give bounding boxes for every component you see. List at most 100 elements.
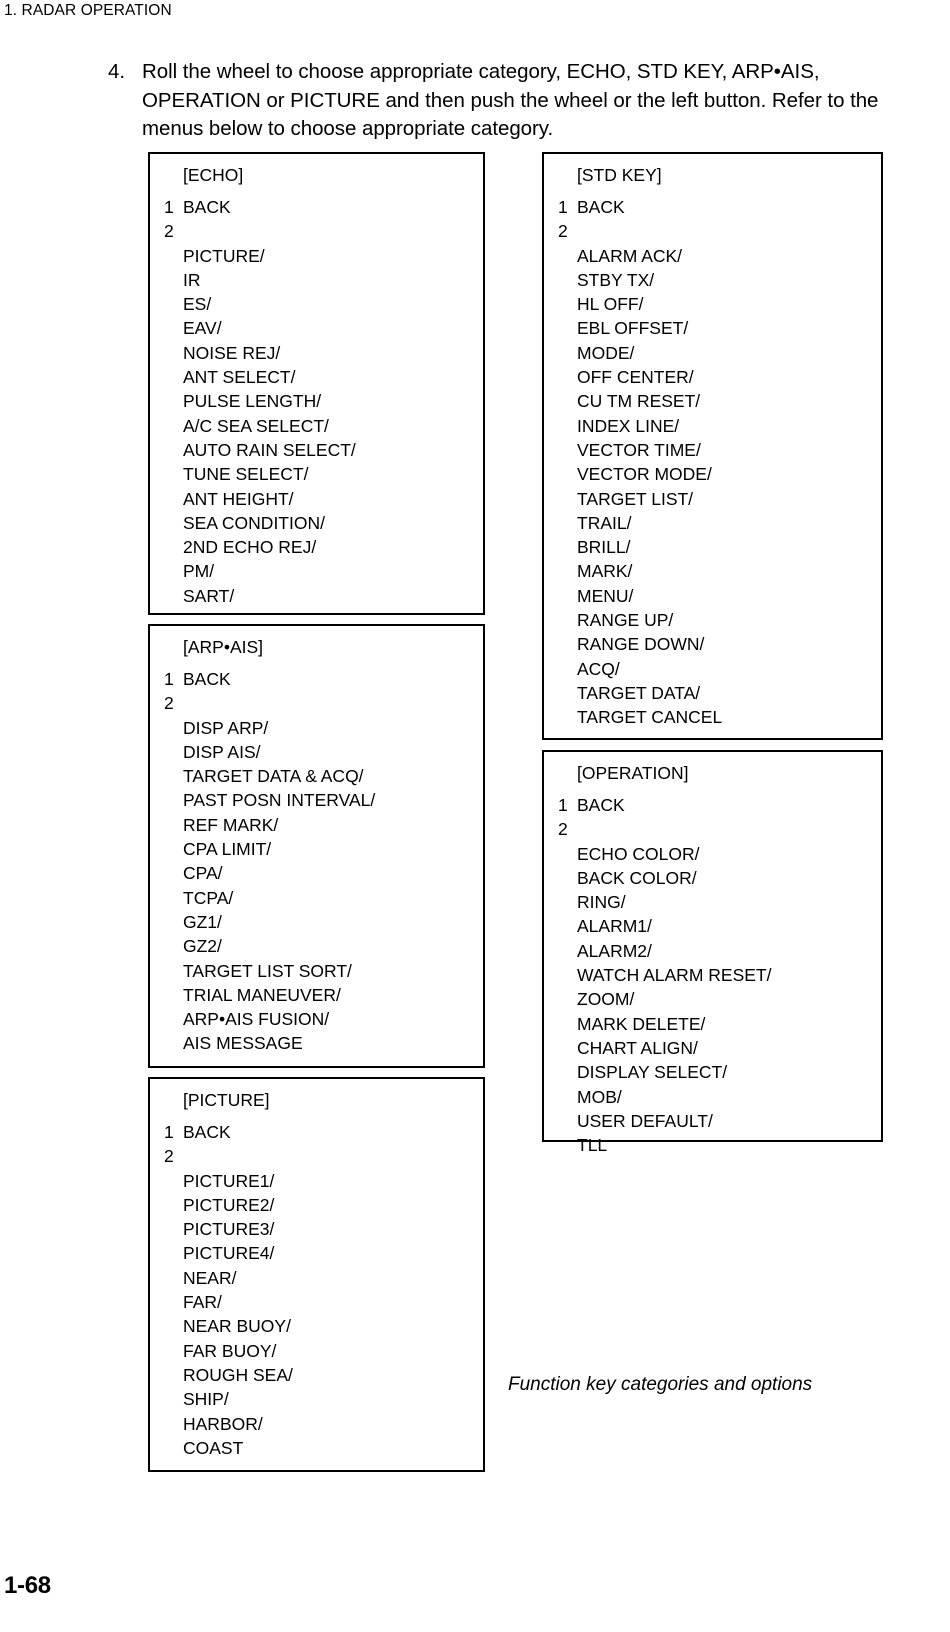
menu-option: ARP•AIS FUSION/ [183,1009,330,1030]
menu-option: SHIP/ [183,1389,229,1410]
menu-option: FAR BUOY/ [183,1340,277,1361]
menu-box-arp-ais: [ARP•AIS] 1 BACK 2 DISP ARP/ DISP AIS/ T… [148,624,485,1068]
step-text: Roll the wheel to choose appropriate cat… [142,60,879,140]
menu-row-index: 2 [558,221,568,242]
menu-option: AUTO RAIN SELECT/ [183,439,356,460]
menu-option: ROUGH SEA/ [183,1364,293,1385]
menu-row: 1 BACK [544,195,881,219]
menu-option: ACQ/ [577,658,620,679]
menu-option: RANGE UP/ [577,610,674,631]
menu-title: [ECHO] [183,165,244,185]
menu-option: NEAR/ [183,1267,237,1288]
menu-option-list: PICTURE/ IR ES/ EAV/ NOISE REJ/ ANT SELE… [183,244,483,608]
menu-row: 2 [150,219,483,243]
menu-title: [PICTURE] [183,1090,270,1110]
menu-option: VECTOR TIME/ [577,439,701,460]
menu-option: TCPA/ [183,887,234,908]
menu-option: SART/ [183,585,235,606]
menu-option: DISP AIS/ [183,741,261,762]
menu-row: 1 BACK [150,667,483,691]
menu-option: STBY TX/ [577,269,655,290]
menu-option: RING/ [577,892,626,913]
menu-title: [ARP•AIS] [183,637,264,657]
menu-option: PICTURE3/ [183,1219,275,1240]
menu-option: TARGET DATA & ACQ/ [183,766,364,787]
menu-row-label: BACK [577,197,625,217]
menu-option: 2ND ECHO REJ/ [183,537,317,558]
menu-option: PAST POSN INTERVAL/ [183,790,376,811]
menu-row-index: 2 [164,693,174,714]
menu-option: PICTURE1/ [183,1170,275,1191]
menu-option: GZ2/ [183,936,222,957]
menu-option: CPA LIMIT/ [183,839,272,860]
menu-row-index: 1 [558,197,568,217]
figure-caption: Function key categories and options [508,1374,813,1395]
menu-option: IR [183,269,201,290]
menu-option: WATCH ALARM RESET/ [577,965,772,986]
menu-box-std-key: [STD KEY] 1 BACK 2 ALARM ACK/ STBY TX/ H… [542,152,883,740]
menu-option-list: ECHO COLOR/ BACK COLOR/ RING/ ALARM1/ AL… [577,842,881,1158]
menu-option: AIS MESSAGE [183,1033,303,1054]
menu-row: 1 BACK [544,793,881,817]
menu-option: ANT HEIGHT/ [183,488,294,509]
menu-option: DISPLAY SELECT/ [577,1062,728,1083]
menu-row: 2 [150,691,483,715]
menu-option: TLL [577,1135,608,1156]
menu-option: ALARM2/ [577,940,652,961]
menu-row-index: 1 [164,1122,174,1142]
menu-option: MOB/ [577,1086,622,1107]
menu-row-index: 2 [164,221,174,242]
menu-option-list: ALARM ACK/ STBY TX/ HL OFF/ EBL OFFSET/ … [577,244,881,730]
menu-option: USER DEFAULT/ [577,1110,713,1131]
menu-option: CU TM RESET/ [577,391,701,412]
menu-option: TRIAL MANEUVER/ [183,984,341,1005]
menu-title: [STD KEY] [577,165,662,185]
menu-row-index: 2 [164,1146,174,1167]
menu-row-label: BACK [183,1122,231,1142]
menu-row-label: BACK [577,795,625,815]
menu-option: HL OFF/ [577,294,644,315]
menu-row-index: 1 [164,197,174,217]
menu-option: BRILL/ [577,537,631,558]
menu-option: EAV/ [183,318,222,339]
menu-option: TARGET LIST SORT/ [183,960,352,981]
menu-box-echo: [ECHO] 1 BACK 2 PICTURE/ IR ES/ EAV/ NOI… [148,152,485,615]
menu-option: COAST [183,1437,244,1458]
menu-option: PM/ [183,561,215,582]
menu-option: PULSE LENGTH/ [183,391,322,412]
menu-option: CPA/ [183,863,223,884]
menu-option: MENU/ [577,585,634,606]
menu-option: NEAR BUOY/ [183,1316,291,1337]
menu-option: OFF CENTER/ [577,367,694,388]
menu-option: ALARM1/ [577,916,652,937]
menu-row: 2 [544,219,881,243]
menu-option: PICTURE2/ [183,1194,275,1215]
menu-row: 1 BACK [150,1120,483,1144]
menu-option: INDEX LINE/ [577,415,680,436]
menu-option: TUNE SELECT/ [183,464,309,485]
menu-row: 1 BACK [150,195,483,219]
step-number: 4. [108,60,126,83]
menu-option: HARBOR/ [183,1413,263,1434]
menu-option: PICTURE/ [183,245,265,266]
menu-option: BACK COLOR/ [577,867,697,888]
menu-option: MARK/ [577,561,633,582]
menu-row-label: BACK [183,669,231,689]
menu-option: ES/ [183,294,212,315]
menu-option: ZOOM/ [577,989,635,1010]
menu-box-operation: [OPERATION] 1 BACK 2 ECHO COLOR/ BACK CO… [542,750,883,1155]
menu-option: REF MARK/ [183,814,279,835]
menu-option: EBL OFFSET/ [577,318,689,339]
menu-title: [OPERATION] [577,763,689,783]
menu-option: VECTOR MODE/ [577,464,712,485]
menu-option: TARGET CANCEL [577,707,723,728]
menu-option: MARK DELETE/ [577,1013,706,1034]
menu-row: 2 [150,1144,483,1168]
menu-option: RANGE DOWN/ [577,634,705,655]
menu-option-list: PICTURE1/ PICTURE2/ PICTURE3/ PICTURE4/ … [183,1169,483,1461]
